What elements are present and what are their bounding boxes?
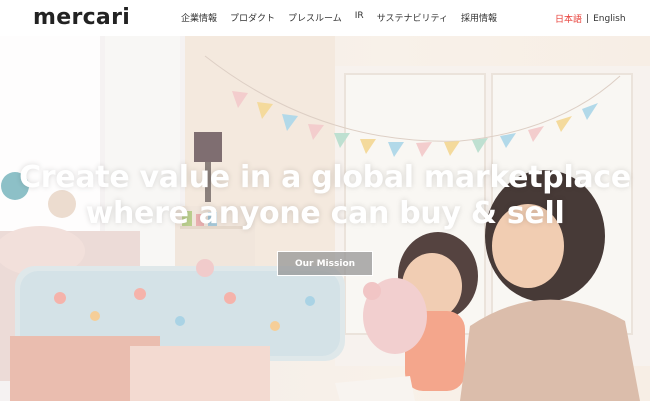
hero-section: Create value in a global marketplace whe… (0, 36, 650, 401)
lang-separator: | (586, 13, 590, 24)
nav-item-sustainability[interactable]: サステナビリティ (377, 11, 448, 24)
lang-english-link[interactable]: English (593, 14, 626, 24)
hero-headline-line-2: where anyone can buy & sell (85, 196, 565, 231)
site-header: mercari 企業情報 プロダクト プレスルーム IR サステナビリティ 採用… (0, 0, 650, 36)
lang-japanese-link[interactable]: 日本語 (555, 12, 582, 25)
nav-item-careers[interactable]: 採用情報 (461, 11, 497, 24)
our-mission-button[interactable]: Our Mission (277, 251, 373, 276)
language-switcher: 日本語 | English (555, 12, 626, 26)
hero-headline-line-1: Create value in a global marketplace (19, 160, 631, 195)
mercari-logo[interactable]: mercari (33, 5, 130, 30)
global-nav: 企業情報 プロダクト プレスルーム IR サステナビリティ 採用情報 (181, 11, 510, 24)
nav-item-product[interactable]: プロダクト (230, 11, 275, 24)
nav-item-company[interactable]: 企業情報 (181, 11, 217, 24)
nav-item-ir[interactable]: IR (355, 11, 364, 24)
nav-item-pressroom[interactable]: プレスルーム (288, 11, 342, 24)
hero-headline: Create value in a global marketplace whe… (0, 160, 650, 232)
